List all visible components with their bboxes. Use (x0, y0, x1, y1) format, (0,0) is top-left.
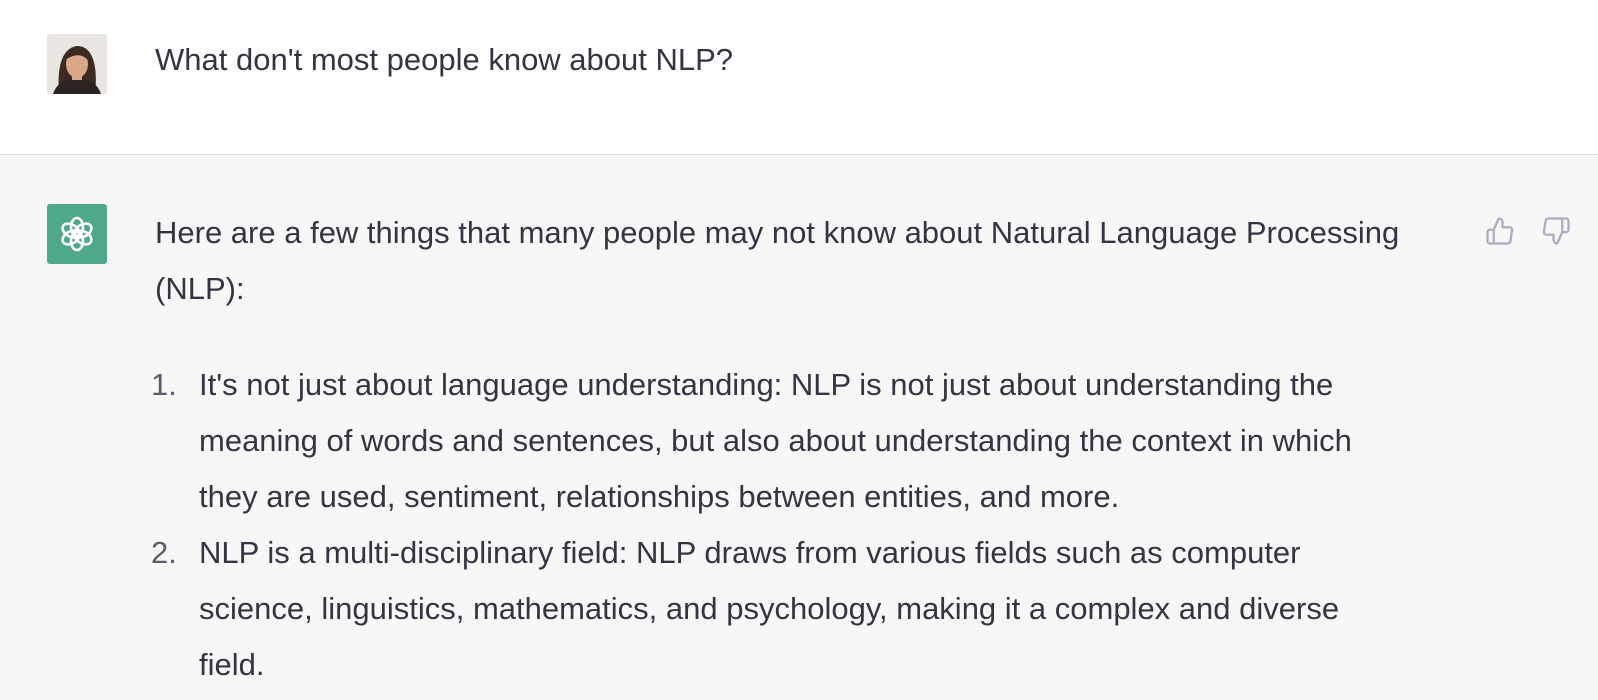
user-avatar (47, 34, 107, 94)
assistant-avatar (47, 204, 107, 264)
thumbs-up-button[interactable] (1482, 213, 1518, 249)
reply-intro: Here are a few things that many people m… (155, 215, 1400, 306)
user-message-row: What don't most people know about NLP? (0, 0, 1598, 155)
thumbs-up-icon (1486, 217, 1514, 245)
reply-list: 1. It's not just about language understa… (151, 357, 1455, 693)
assistant-reply: Here are a few things that many people m… (151, 205, 1455, 693)
assistant-message-row: Here are a few things that many people m… (0, 155, 1598, 700)
list-item: 2. NLP is a multi-disciplinary field: NL… (151, 525, 1399, 693)
list-item: 1. It's not just about language understa… (151, 357, 1399, 525)
list-item-text: It's not just about language understandi… (199, 367, 1352, 514)
user-photo-avatar (47, 34, 107, 94)
list-item-text: NLP is a multi-disciplinary field: NLP d… (199, 535, 1340, 682)
list-item-number: 2. (151, 535, 177, 570)
openai-logo-icon (61, 216, 93, 252)
user-message-text: What don't most people know about NLP? (155, 42, 734, 77)
thumbs-down-icon (1542, 217, 1570, 245)
thumbs-down-button[interactable] (1538, 213, 1574, 249)
list-item-number: 1. (151, 367, 177, 402)
